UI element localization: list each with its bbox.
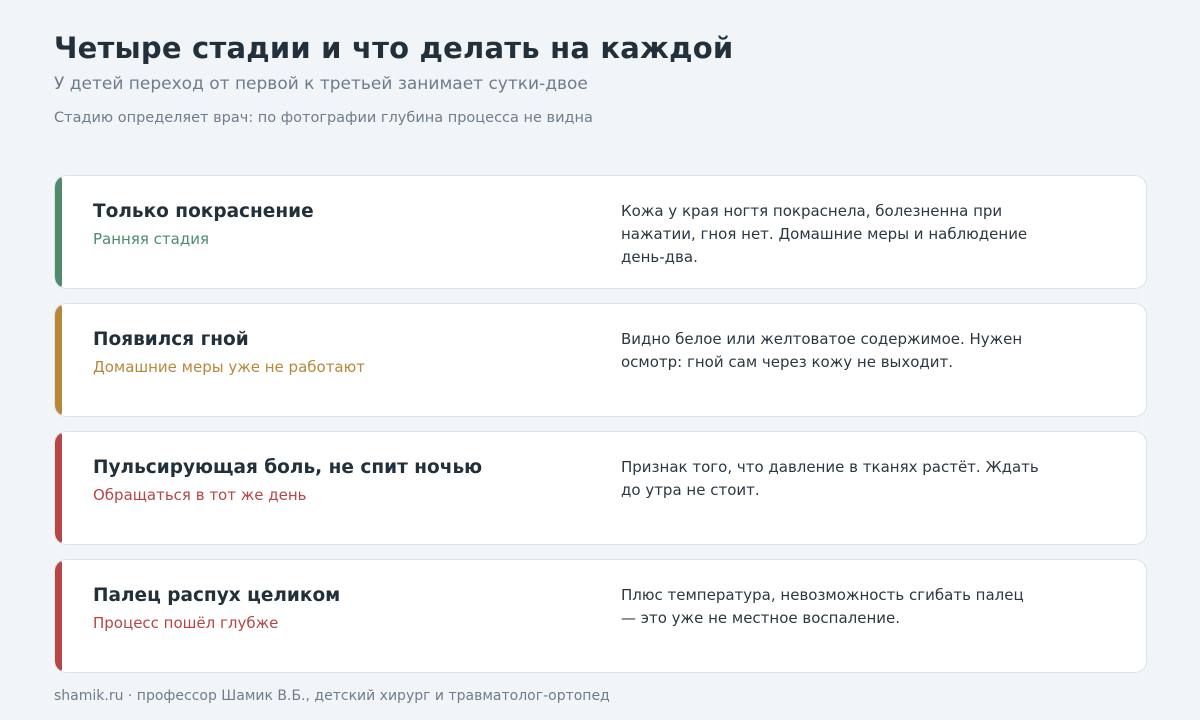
stage-label: Обращаться в тот же день: [93, 486, 307, 504]
stage-label: Домашние меры уже не работают: [93, 358, 365, 376]
page-title: Четыре стадии и что делать на каждой: [54, 31, 734, 65]
stage-name: Появился гной: [93, 329, 249, 350]
stage-card-pus: Появился гной Домашние меры уже не работ…: [54, 303, 1147, 417]
stage-description: Кожа у края ногтя покраснела, болезненна…: [621, 202, 1028, 266]
stage-color-bar: [55, 176, 62, 288]
stage-card-throbbing-pain: Пульсирующая боль, не спит ночью Обращат…: [54, 431, 1147, 545]
stage-card-redness: Только покраснение Ранняя стадия Кожа у …: [54, 175, 1147, 289]
stages-list: Только покраснение Ранняя стадия Кожа у …: [54, 175, 1147, 687]
stage-name: Пульсирующая боль, не спит ночью: [93, 457, 483, 478]
stage-label: Ранняя стадия: [93, 230, 209, 248]
page-header: Четыре стадии и что делать на каждой У д…: [54, 28, 1144, 129]
stage-name: Палец распух целиком: [93, 585, 341, 606]
stage-description: Видно белое или желтоватое содержимое. Н…: [621, 330, 1023, 371]
page-note: Стадию определяет врач: по фотографии гл…: [54, 110, 593, 126]
stage-card-swollen-finger: Палец распух целиком Процесс пошёл глубж…: [54, 559, 1147, 673]
stage-name: Только покраснение: [93, 201, 314, 222]
stage-color-bar: [55, 432, 62, 544]
stage-color-bar: [55, 560, 62, 672]
stage-description: Плюс температура, невозможность сгибать …: [621, 586, 1024, 627]
page-footer: shamik.ru · профессор Шамик В.Б., детски…: [54, 688, 610, 704]
stage-label: Процесс пошёл глубже: [93, 614, 279, 632]
page-subtitle: У детей переход от первой к третьей зани…: [54, 74, 588, 94]
stage-description: Признак того, что давление в тканях раст…: [621, 458, 1039, 499]
stage-color-bar: [55, 304, 62, 416]
